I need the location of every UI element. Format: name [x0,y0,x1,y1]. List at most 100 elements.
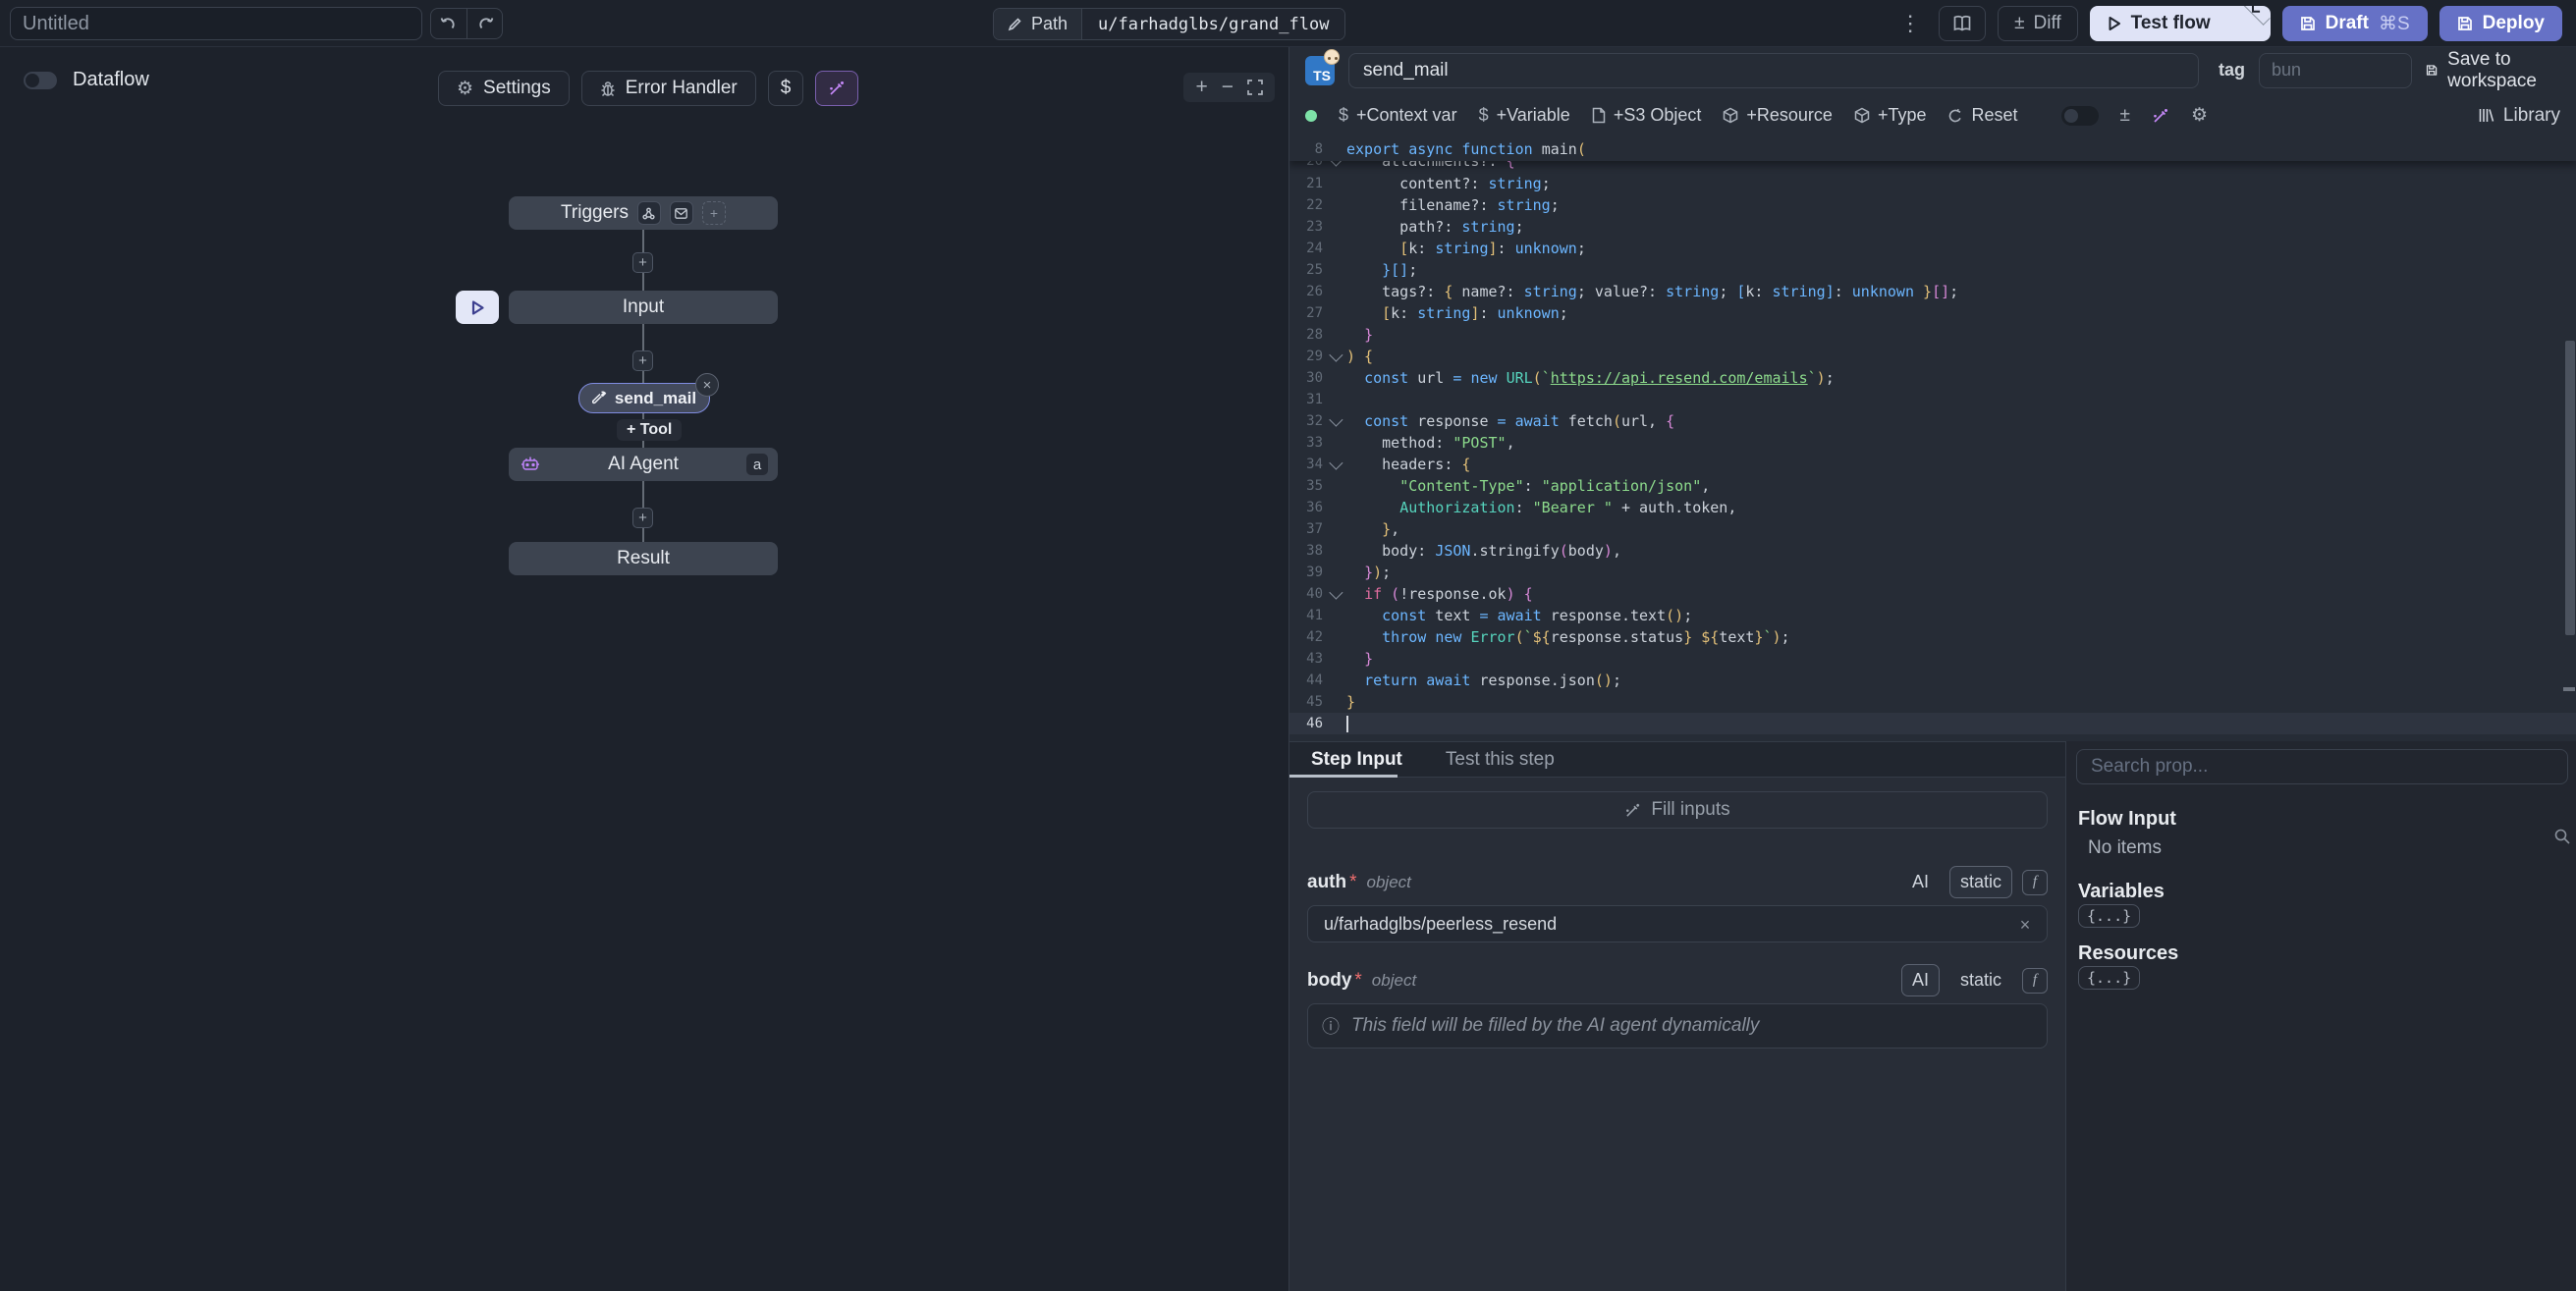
node-ai-agent[interactable]: AI Agent a [509,448,778,481]
mode-ai-button[interactable]: AI [1901,964,1940,996]
fold-icon[interactable] [1329,586,1343,600]
dataflow-toggle[interactable] [24,72,57,89]
variables-object-badge[interactable]: {...} [2078,904,2140,928]
code-line-45[interactable]: 45} [1289,691,2576,713]
tab-step-input[interactable]: Step Input [1311,749,1402,771]
code-line-28[interactable]: 28 } [1289,324,2576,346]
editor-toolbar--resource[interactable]: +Resource [1723,105,1833,126]
path-editor[interactable]: Path u/farhadglbs/grand_flow [993,8,1345,40]
mode-static-button[interactable]: static [1949,964,2012,996]
code-line-36[interactable]: 36 Authorization: "Bearer " + auth.token… [1289,497,2576,518]
diff-editor-icon[interactable]: ± [2120,105,2130,127]
fold-icon[interactable] [1329,457,1343,470]
docs-button[interactable] [1939,6,1986,41]
deploy-button[interactable]: Deploy [2439,6,2562,41]
webhook-trigger-button[interactable] [637,201,661,225]
code-line-31[interactable]: 31 [1289,389,2576,410]
mail-icon [675,208,687,219]
test-flow-button[interactable]: Test flow [2090,6,2228,41]
code-line-8[interactable]: 8export async function main( [1289,137,2576,161]
tag-input[interactable] [2259,53,2412,88]
code-line-25[interactable]: 25 }[]; [1289,259,2576,281]
flow-canvas[interactable]: Dataflow ⚙ Settings Error Handler $ + − … [0,47,1288,1291]
run-from-input-button[interactable] [456,291,499,324]
remove-tool-button[interactable]: × [695,373,719,397]
code-line-42[interactable]: 42 throw new Error(`${response.status} $… [1289,626,2576,648]
mode-ai-button[interactable]: AI [1901,866,1940,898]
test-flow-dropdown[interactable] [2238,6,2271,26]
more-menu-button[interactable]: ⋮ [1893,11,1927,36]
clear-icon[interactable]: × [2013,913,2037,937]
editor-scrollbar[interactable] [2565,341,2575,635]
add-trigger-button[interactable]: + [702,201,726,225]
diff-button[interactable]: ± Diff [1998,6,2078,41]
code-line-33[interactable]: 33 method: "POST", [1289,432,2576,454]
code-line-27[interactable]: 27 [k: string]: unknown; [1289,302,2576,324]
editor-toolbar--type[interactable]: +Type [1854,105,1927,126]
editor-toolbar--variable[interactable]: $+Variable [1479,105,1570,126]
editor-toolbar-reset[interactable]: Reset [1947,105,2017,126]
code-editor[interactable]: 8export async function main(20 attachmen… [1289,137,2576,788]
node-input[interactable]: Input [509,291,778,324]
code-line-24[interactable]: 24 [k: string]: unknown; [1289,238,2576,259]
code-line-39[interactable]: 39 }); [1289,562,2576,583]
step-name-input[interactable] [1348,53,2199,88]
insert-step-button[interactable]: + [632,508,653,528]
editor-toggle[interactable] [2061,106,2099,126]
save-to-workspace-button[interactable]: Save to workspace [2426,49,2560,92]
code-line-22[interactable]: 22 filename?: string; [1289,194,2576,216]
email-trigger-button[interactable] [670,201,693,225]
code-line-34[interactable]: 34 headers: { [1289,454,2576,475]
code-line-20-clipped[interactable]: 20 attachments?: { [1289,161,2576,173]
code-line-23[interactable]: 23 path?: string; [1289,216,2576,238]
search-icon[interactable] [2553,828,2571,845]
ai-assistant-button[interactable] [815,71,858,106]
draft-button[interactable]: Draft ⌘S [2282,6,2428,41]
error-handler-button[interactable]: Error Handler [581,71,756,106]
code-line-38[interactable]: 38 body: JSON.stringify(body), [1289,540,2576,562]
library-button[interactable]: Library [2478,105,2560,127]
redo-button[interactable] [466,9,502,38]
fit-view-icon[interactable] [1247,80,1263,95]
mode-static-button[interactable]: static [1949,866,2012,898]
node-send-mail-tool[interactable]: send_mail [578,383,710,413]
code-line-35[interactable]: 35 "Content-Type": "application/json", [1289,475,2576,497]
zoom-out-button[interactable]: − [1222,76,1233,99]
settings-button[interactable]: ⚙ Settings [438,71,570,106]
code-line-21[interactable]: 21 content?: string; [1289,173,2576,194]
flow-name-input[interactable] [10,7,422,40]
ai-wand-button[interactable] [2152,107,2169,125]
expression-mode-button[interactable]: f [2022,870,2048,895]
node-result[interactable]: Result [509,542,778,575]
code-line-44[interactable]: 44 return await response.json(); [1289,670,2576,691]
code-line-32[interactable]: 32 const response = await fetch(url, { [1289,410,2576,432]
code-line-43[interactable]: 43 } [1289,648,2576,670]
node-triggers[interactable]: Triggers + [509,196,778,230]
code-line-40[interactable]: 40 if (!response.ok) { [1289,583,2576,605]
code-line-41[interactable]: 41 const text = await response.text(); [1289,605,2576,626]
fold-icon[interactable] [1329,161,1343,167]
code-line-26[interactable]: 26 tags?: { name?: string; value?: strin… [1289,281,2576,302]
tab-test-this-step[interactable]: Test this step [1446,749,1555,771]
code-line-20[interactable]: 20 attachments?: { [1289,161,2576,172]
code-line-46[interactable]: 46 [1289,713,2576,734]
variables-button[interactable]: $ [768,71,804,106]
code-line-30[interactable]: 30 const url = new URL(`https://api.rese… [1289,367,2576,389]
code-line-29[interactable]: 29) { [1289,346,2576,367]
fold-icon[interactable] [1329,349,1343,362]
fold-icon[interactable] [1329,413,1343,427]
editor-settings-button[interactable]: ⚙ [2191,104,2208,127]
add-tool-button[interactable]: + Tool [617,419,682,441]
undo-button[interactable] [431,9,466,38]
editor-toolbar--context-var[interactable]: $+Context var [1339,105,1457,126]
insert-step-button[interactable]: + [632,252,653,273]
zoom-in-button[interactable]: + [1195,76,1207,99]
code-line-37[interactable]: 37 }, [1289,518,2576,540]
editor-toolbar--s3-object[interactable]: +S3 Object [1592,105,1702,126]
prop-search-input[interactable] [2076,749,2568,784]
insert-step-button[interactable]: + [632,350,653,371]
fill-inputs-button[interactable]: Fill inputs [1307,791,2048,829]
expression-mode-button[interactable]: f [2022,968,2048,994]
resources-object-badge[interactable]: {...} [2078,966,2140,990]
auth-value-input[interactable]: u/farhadglbs/peerless_resend × [1307,905,2048,942]
